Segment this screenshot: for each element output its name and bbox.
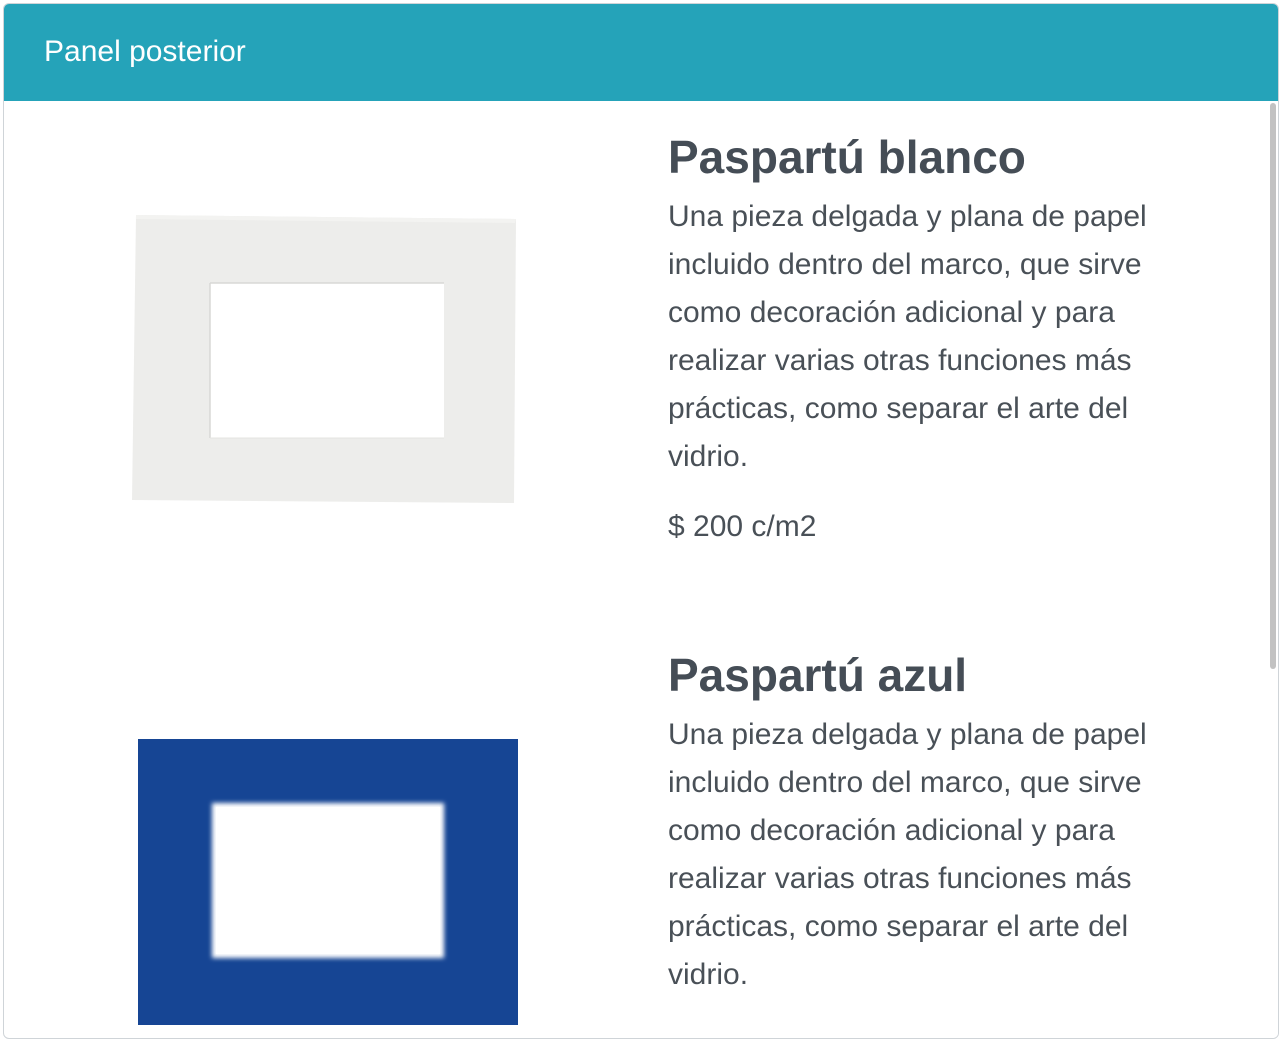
product-item-white: Paspartú blanco Una pieza delgada y plan… xyxy=(4,101,1270,621)
product-price: $ 200 c/m2 xyxy=(668,510,817,543)
modal-header: Panel posterior xyxy=(4,4,1278,101)
product-title: Paspartú blanco xyxy=(668,131,1026,183)
scrollbar-thumb[interactable] xyxy=(1270,103,1276,669)
modal-body[interactable]: Paspartú blanco Una pieza delgada y plan… xyxy=(4,101,1270,1038)
product-title: Paspartú azul xyxy=(668,649,968,701)
white-mat-image xyxy=(132,215,516,503)
modal-title: Panel posterior xyxy=(44,35,246,68)
vertical-scrollbar[interactable] xyxy=(1268,101,1278,1038)
product-description: Una pieza delgada y plana de papel inclu… xyxy=(668,200,1147,473)
product-description: Una pieza delgada y plana de papel inclu… xyxy=(668,718,1147,991)
product-item-blue: Paspartú azul Una pieza delgada y plana … xyxy=(4,621,1270,1038)
blue-mat-image xyxy=(138,739,518,1025)
modal-dialog: Panel posterior Paspartú blanco Una piez… xyxy=(3,3,1279,1039)
product-info: Paspartú blanco Una pieza delgada y plan… xyxy=(668,129,1208,547)
product-info: Paspartú azul Una pieza delgada y plana … xyxy=(668,647,1208,999)
